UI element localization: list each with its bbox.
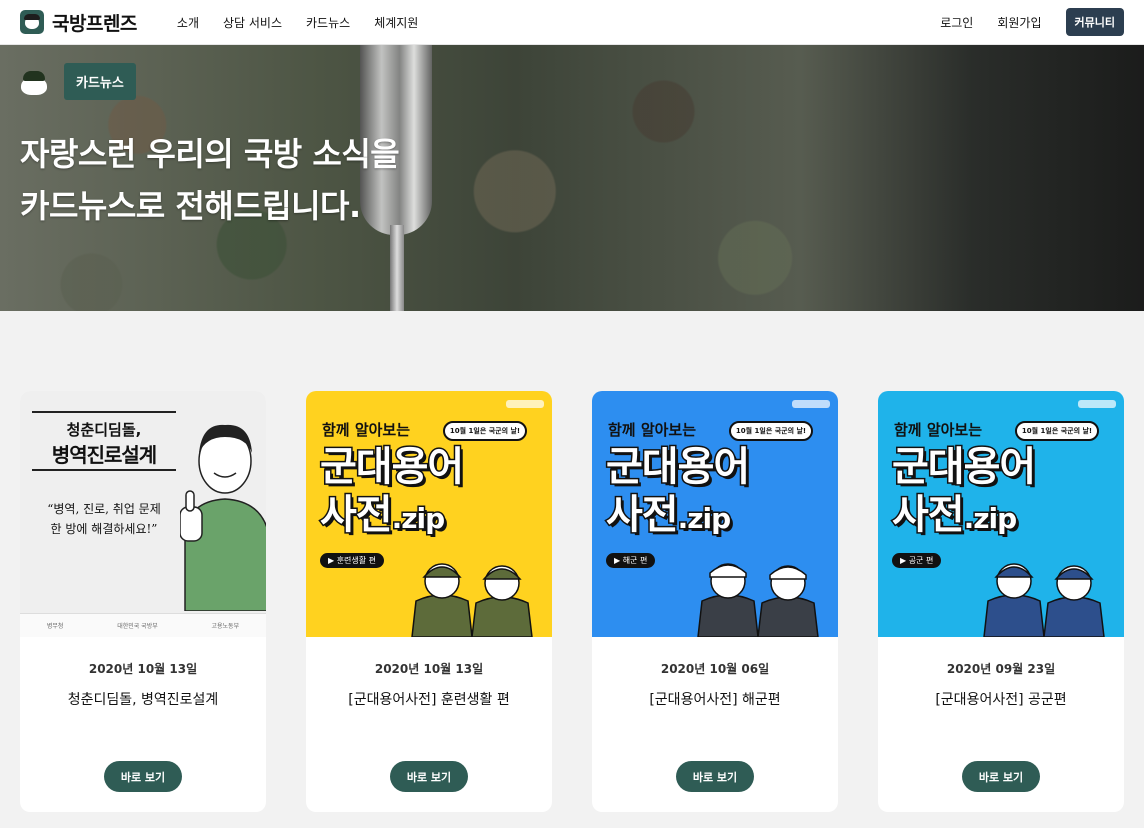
card-thumbnail[interactable]: 함께 알아보는 10월 1일은 국군의 날! 군대용어 사전.zip ▶ 훈련생… [306, 391, 552, 637]
thumb-line2: 병역진로설계 [51, 443, 157, 467]
card-news-item[interactable]: 함께 알아보는 10월 1일은 국군의 날! 군대용어 사전.zip ▶ 해군 … [592, 391, 838, 812]
thumb-big-title: 군대용어 사전.zip [890, 443, 1037, 540]
card-thumbnail[interactable]: 함께 알아보는 10월 1일은 국군의 날! 군대용어 사전.zip ▶ 공군 … [878, 391, 1124, 637]
view-button[interactable]: 바로 보기 [676, 761, 754, 792]
hero-title-line2: 카드뉴스로 전해드립니다. [20, 187, 361, 225]
top-nav: 국방프렌즈 소개 상담 서비스 카드뉴스 체계지원 로그인 회원가입 커뮤니티 [0, 0, 1144, 45]
view-button[interactable]: 바로 보기 [104, 761, 182, 792]
thumbs-up-man-illustration [180, 424, 266, 611]
thumb-heading: 함께 알아보는 [608, 421, 697, 439]
thumb-big-title: 군대용어 사전.zip [604, 443, 751, 540]
mascot-icon [20, 68, 48, 96]
hero-title: 자랑스런 우리의 국방 소식을 카드뉴스로 전해드립니다. [20, 128, 400, 232]
airmen-illustration [983, 563, 1105, 637]
card-date: 2020년 10월 13일 [374, 662, 484, 676]
nav-actions: 로그인 회원가입 커뮤니티 [940, 8, 1124, 36]
menu-item-system-support[interactable]: 체계지원 [374, 14, 418, 31]
thumb-heading: 함께 알아보는 [322, 421, 411, 439]
login-link[interactable]: 로그인 [940, 14, 973, 31]
card-date: 2020년 09월 23일 [946, 662, 1056, 676]
thumb-chip: ▶ 해군 편 [606, 553, 656, 568]
signup-link[interactable]: 회원가입 [997, 14, 1041, 31]
thumb-heading: 함께 알아보는 [894, 421, 983, 439]
thumb-quote: “병역, 진로, 취업 문제 한 방에 해결하세요!” [47, 502, 161, 536]
view-button[interactable]: 바로 보기 [390, 761, 468, 792]
thumb-big-title: 군대용어 사전.zip [318, 443, 465, 540]
thumb-bubble: 10월 1일은 국군의 날! [1015, 421, 1099, 441]
menu-item-cardnews[interactable]: 카드뉴스 [306, 14, 350, 31]
logo-text: 국방프렌즈 [52, 12, 137, 35]
view-button[interactable]: 바로 보기 [962, 761, 1040, 792]
hero-title-line1: 자랑스런 우리의 국방 소식을 [20, 135, 400, 173]
menu-item-counseling[interactable]: 상담 서비스 [223, 14, 282, 31]
card-title[interactable]: [군대용어사전] 해군편 [592, 689, 838, 709]
thumb-bubble: 10월 1일은 국군의 날! [729, 421, 813, 441]
soldiers-illustration [411, 563, 533, 637]
thumb-chip: ▶ 훈련생활 편 [320, 553, 385, 568]
logo[interactable]: 국방프렌즈 [20, 9, 137, 36]
card-thumbnail[interactable]: 함께 알아보는 10월 1일은 국군의 날! 군대용어 사전.zip ▶ 해군 … [592, 391, 838, 637]
card-title[interactable]: [군대용어사전] 훈련생활 편 [306, 689, 552, 709]
thumb-chip: ▶ 공군 편 [892, 553, 942, 568]
card-title[interactable]: 청춘디딤돌, 병역진로설계 [20, 689, 266, 709]
thumb-bubble: 10월 1일은 국군의 날! [443, 421, 527, 441]
thumb-line1: 청춘디딤돌, [66, 421, 142, 439]
sailors-illustration [697, 563, 819, 637]
thumb-footer-logos: 병무청 대한민국 국방부 고용노동부 [20, 613, 266, 637]
community-button[interactable]: 커뮤니티 [1065, 8, 1124, 36]
section-tag: 카드뉴스 [64, 63, 136, 100]
ministry-seal-icon [792, 400, 830, 408]
card-news-item[interactable]: 함께 알아보는 10월 1일은 국군의 날! 군대용어 사전.zip ▶ 훈련생… [306, 391, 552, 812]
card-date: 2020년 10월 13일 [88, 662, 198, 676]
card-title[interactable]: [군대용어사전] 공군편 [878, 689, 1124, 709]
logo-mascot-icon [20, 10, 44, 34]
card-news-item[interactable]: 함께 알아보는 10월 1일은 국군의 날! 군대용어 사전.zip ▶ 공군 … [878, 391, 1124, 812]
card-list: 청춘디딤돌, 병역진로설계 “병역, 진로, 취업 문제 한 방에 해결하세요!… [20, 391, 1124, 812]
ministry-seal-icon [1078, 400, 1116, 408]
card-thumbnail[interactable]: 청춘디딤돌, 병역진로설계 “병역, 진로, 취업 문제 한 방에 해결하세요!… [20, 391, 266, 637]
card-date: 2020년 10월 06일 [660, 662, 770, 676]
main-menu: 소개 상담 서비스 카드뉴스 체계지원 [177, 14, 418, 31]
card-news-item[interactable]: 청춘디딤돌, 병역진로설계 “병역, 진로, 취업 문제 한 방에 해결하세요!… [20, 391, 266, 812]
ministry-seal-icon [506, 400, 544, 408]
hero-banner: 카드뉴스 자랑스런 우리의 국방 소식을 카드뉴스로 전해드립니다. [0, 45, 1144, 311]
menu-item-intro[interactable]: 소개 [177, 14, 199, 31]
